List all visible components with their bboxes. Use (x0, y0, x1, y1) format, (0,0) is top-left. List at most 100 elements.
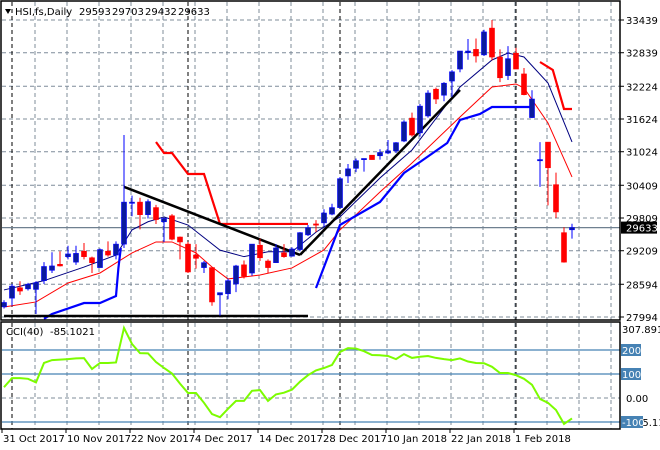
candle-body (537, 159, 543, 162)
candle (401, 120, 407, 143)
candle-body (553, 184, 559, 213)
price-axis-label: 33439 (626, 16, 658, 27)
candle (457, 50, 463, 73)
candle (369, 154, 375, 160)
close-value: 29633 (178, 7, 210, 18)
candle-body (225, 280, 231, 295)
candle-body (505, 58, 511, 76)
candle-body (1, 302, 7, 308)
date-axis-label: 10 Nov 2017 (67, 434, 131, 445)
price-axis-label: 32839 (626, 49, 658, 60)
date-axis-label: 22 Jan 2018 (451, 434, 511, 445)
candle-body (513, 52, 519, 70)
candle-body (313, 223, 319, 226)
candle-body (409, 117, 415, 136)
date-axis-label: 31 Oct 2017 (3, 434, 65, 445)
price-axis-label: 27994 (626, 313, 658, 324)
date-axis-label: 1 Feb 2018 (515, 434, 571, 445)
candle-body (209, 267, 215, 303)
cci-title: CCI(40) (6, 327, 44, 338)
price-axis-label: 31624 (626, 115, 658, 126)
date-axis-label: 28 Dec 2017 (323, 434, 387, 445)
date-axis-label: 4 Dec 2017 (195, 434, 253, 445)
candle-body (417, 105, 423, 134)
candle-body (185, 243, 191, 273)
candle-body (529, 98, 535, 118)
high-value: 29703 (112, 7, 144, 18)
symbol-label: HSI,fs,Daily (15, 7, 72, 18)
candle-body (473, 49, 479, 57)
candle-body (9, 285, 15, 299)
candle (297, 232, 303, 252)
candle-body (257, 244, 263, 259)
cci-axis-zero: 0.00 (626, 394, 648, 405)
candle (337, 177, 343, 209)
cci-level-label: -100 (622, 418, 645, 429)
candle-body (65, 253, 71, 257)
candle-body (289, 248, 295, 257)
candle-body (73, 253, 79, 263)
candle-body (401, 121, 407, 142)
candle-body (353, 160, 359, 169)
date-axis-label: 14 Dec 2017 (259, 434, 323, 445)
chart-window: 3343932839322243162431024304092980929209… (0, 0, 660, 450)
candle (561, 227, 567, 263)
candle-body (449, 71, 455, 82)
candle-body (33, 282, 39, 290)
candle-body (441, 82, 447, 96)
candle (169, 214, 175, 241)
candle-body (329, 207, 335, 215)
date-axis-label: 22 Nov 2017 (131, 434, 195, 445)
candle-body (145, 201, 151, 215)
candle-body (465, 50, 471, 53)
candle-body (321, 212, 327, 224)
price-axis-label: 30409 (626, 181, 658, 192)
candle-body (161, 218, 167, 223)
candle-body (521, 73, 527, 95)
candle-body (81, 250, 87, 257)
candle (417, 103, 423, 137)
candle (289, 247, 295, 257)
candle-body (177, 236, 183, 243)
candle-body (385, 150, 391, 154)
current-price-label: 29633 (626, 224, 658, 235)
price-axis-label: 31024 (626, 148, 658, 159)
candle-body (105, 250, 111, 256)
candle-body (281, 252, 287, 257)
candle-body (25, 284, 31, 290)
candle-body (481, 31, 487, 56)
candle-body (273, 247, 279, 263)
candle-body (361, 158, 367, 160)
price-axis-label: 29209 (626, 247, 658, 258)
candle-body (17, 287, 23, 292)
price-axis-label: 32224 (626, 82, 658, 93)
candle-body (369, 154, 375, 160)
chart-header: HSI,fs,Daily 29593 29703 29432 29633 (5, 7, 210, 18)
candle-body (569, 227, 575, 231)
candle-body (489, 27, 495, 58)
cci-value: -85.1021 (50, 327, 95, 338)
candle-body (433, 88, 439, 100)
candle (209, 267, 215, 306)
candle-body (49, 265, 55, 271)
candle-body (425, 92, 431, 117)
candle-body (193, 254, 199, 259)
candle (185, 241, 191, 274)
candle-body (561, 232, 567, 263)
date-axis-label: 10 Jan 2018 (387, 434, 447, 445)
candle-body (241, 264, 247, 277)
candle (425, 90, 431, 118)
candle-body (265, 260, 271, 268)
candle-body (297, 232, 303, 250)
candle-body (305, 227, 311, 236)
candle (249, 243, 255, 276)
candle-body (457, 50, 463, 70)
cci-header: CCI(40) -85.1021 (6, 327, 95, 338)
candle-body (137, 201, 143, 215)
candle-body (393, 142, 399, 152)
candle (481, 29, 487, 56)
candle-body (217, 292, 223, 296)
low-value: 29432 (145, 7, 177, 18)
candle-body (497, 56, 503, 79)
candle-body (201, 262, 207, 268)
